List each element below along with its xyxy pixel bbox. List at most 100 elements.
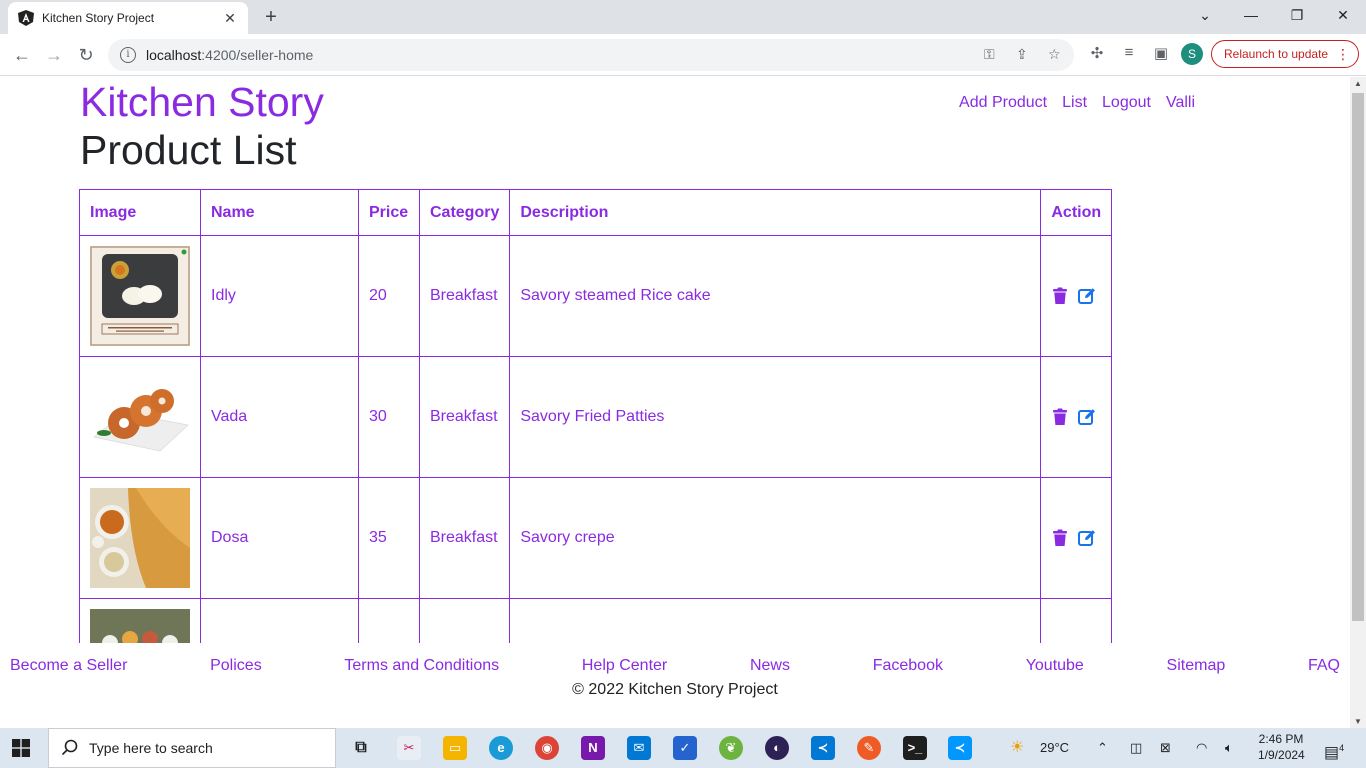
back-arrow-icon[interactable]: ← bbox=[8, 41, 36, 69]
vscode-icon[interactable]: ≺ bbox=[811, 736, 835, 760]
name-cell: Vada bbox=[200, 356, 359, 478]
mail-icon[interactable]: ✉ bbox=[627, 736, 651, 760]
file-explorer-icon[interactable]: ▭ bbox=[443, 736, 467, 760]
edit-icon[interactable] bbox=[1077, 287, 1096, 305]
onenote-icon[interactable]: N bbox=[581, 736, 605, 760]
scroll-down-icon[interactable]: ▼ bbox=[1350, 717, 1366, 726]
taskbar-search[interactable]: Type here to search bbox=[48, 728, 336, 768]
tab-title: Kitchen Story Project bbox=[42, 11, 155, 25]
name-cell: Idly bbox=[200, 235, 359, 357]
relaunch-button[interactable]: Relaunch to update ⋮ bbox=[1211, 40, 1359, 68]
clock-time: 2:46 PM bbox=[1258, 732, 1304, 746]
relaunch-label: Relaunch to update bbox=[1224, 47, 1329, 61]
restore-button[interactable]: ❐ bbox=[1274, 0, 1320, 30]
task-view-icon[interactable]: ⧉ bbox=[349, 736, 373, 760]
reload-icon[interactable]: ↻ bbox=[72, 41, 100, 69]
star-icon[interactable]: ☆ bbox=[1048, 46, 1061, 63]
forward-arrow-icon[interactable]: → bbox=[40, 41, 68, 69]
new-tab-button[interactable]: + bbox=[258, 4, 284, 30]
table-row: Vada 30 Breakfast Savory Fried Patties bbox=[79, 356, 1113, 478]
browser-tab-bar: Kitchen Story Project ✕ + ⌄ — ❐ ✕ bbox=[0, 0, 1366, 34]
nav-user[interactable]: Valli bbox=[1166, 94, 1195, 112]
url-path: :4200/seller-home bbox=[201, 47, 314, 63]
image-cell bbox=[79, 356, 201, 478]
weather-icon[interactable]: ☀ bbox=[1010, 728, 1024, 768]
brand-title[interactable]: Kitchen Story bbox=[80, 79, 324, 126]
spring-tools-icon[interactable]: ❦ bbox=[719, 736, 743, 760]
footer-link-help-center[interactable]: Help Center bbox=[582, 657, 667, 675]
delete-icon[interactable] bbox=[1051, 287, 1069, 305]
footer-link-faq[interactable]: FAQ bbox=[1308, 657, 1340, 675]
search-placeholder: Type here to search bbox=[89, 740, 213, 756]
chrome-icon[interactable]: ◉ bbox=[535, 736, 559, 760]
category-cell: Breakfast bbox=[418, 477, 511, 599]
scrollbar-thumb[interactable] bbox=[1352, 93, 1364, 621]
tab-search-icon[interactable]: ⌄ bbox=[1182, 0, 1228, 30]
footer-link-polices[interactable]: Polices bbox=[210, 657, 262, 675]
snipping-tool-icon[interactable]: ✂ bbox=[397, 736, 421, 760]
footer-link-youtube[interactable]: Youtube bbox=[1026, 657, 1084, 675]
weather-temp[interactable]: 29°C bbox=[1040, 728, 1069, 768]
footer: Become a Seller Polices Terms and Condit… bbox=[0, 643, 1350, 728]
delete-icon[interactable] bbox=[1051, 408, 1069, 426]
url-host: localhost bbox=[146, 47, 202, 63]
vada-image bbox=[90, 367, 190, 467]
postman-icon[interactable]: ✎ bbox=[857, 736, 881, 760]
tray-chevron-icon[interactable]: ⌃ bbox=[1097, 728, 1108, 768]
nav-list[interactable]: List bbox=[1062, 94, 1087, 112]
key-icon[interactable]: ⚿ bbox=[984, 46, 995, 63]
footer-link-facebook[interactable]: Facebook bbox=[873, 657, 943, 675]
windows-start-icon[interactable] bbox=[12, 739, 30, 757]
eclipse-icon[interactable]: ◐ bbox=[765, 736, 789, 760]
description-cell: Savory steamed Rice cake bbox=[509, 235, 1042, 357]
action-cell bbox=[1040, 356, 1113, 478]
terminal-icon[interactable]: >_ bbox=[903, 736, 927, 760]
page-scrollbar[interactable]: ▲ ▼ bbox=[1350, 77, 1366, 728]
product-table: Image Name Price Category Description Ac… bbox=[79, 189, 1113, 720]
tab-close-button[interactable]: ✕ bbox=[222, 10, 238, 27]
taskbar: Type here to search ⧉ ✂ ▭ e ◉ N ✉ ✓ ❦ ◐ … bbox=[0, 728, 1366, 768]
main-nav: Add Product List Logout Valli bbox=[959, 94, 1195, 112]
browser-tab[interactable]: Kitchen Story Project ✕ bbox=[8, 2, 248, 34]
meet-now-icon[interactable]: ◫ bbox=[1130, 728, 1142, 768]
delete-icon[interactable] bbox=[1051, 529, 1069, 547]
table-header-row: Image Name Price Category Description Ac… bbox=[79, 189, 1113, 236]
header-image: Image bbox=[79, 189, 201, 236]
vscode-active-icon[interactable]: ≺ bbox=[948, 736, 972, 760]
price-cell: 30 bbox=[358, 356, 420, 478]
close-window-button[interactable]: ✕ bbox=[1320, 0, 1366, 30]
description-cell: Savory Fried Patties bbox=[509, 356, 1042, 478]
todo-icon[interactable]: ✓ bbox=[673, 736, 697, 760]
share-icon[interactable]: ⇪ bbox=[1016, 46, 1028, 63]
side-panel-icon[interactable]: ▣ bbox=[1150, 44, 1172, 62]
profile-avatar[interactable]: S bbox=[1181, 43, 1203, 65]
edge-icon[interactable]: e bbox=[489, 736, 513, 760]
wifi-icon[interactable]: ◠ bbox=[1196, 728, 1207, 768]
more-menu-icon[interactable]: ⋮ bbox=[1336, 41, 1350, 67]
info-icon[interactable]: i bbox=[120, 47, 136, 63]
price-cell: 35 bbox=[358, 477, 420, 599]
nav-add-product[interactable]: Add Product bbox=[959, 94, 1047, 112]
angular-icon bbox=[18, 10, 34, 26]
notification-icon[interactable]: ▤4 bbox=[1324, 728, 1344, 768]
address-bar[interactable]: i localhost:4200/seller-home ⚿ ⇪ ☆ bbox=[108, 39, 1074, 71]
nav-logout[interactable]: Logout bbox=[1102, 94, 1151, 112]
page-viewport: Kitchen Story Add Product List Logout Va… bbox=[0, 77, 1350, 728]
footer-link-sitemap[interactable]: Sitemap bbox=[1167, 657, 1226, 675]
security-icon[interactable]: ⊠ bbox=[1160, 728, 1171, 768]
dosa-image bbox=[90, 488, 190, 588]
scroll-up-icon[interactable]: ▲ bbox=[1350, 79, 1366, 88]
puzzle-icon[interactable]: ✣ bbox=[1086, 44, 1108, 62]
header-category: Category bbox=[418, 189, 511, 236]
reading-list-icon[interactable]: ≡ bbox=[1118, 44, 1140, 61]
footer-link-become-seller[interactable]: Become a Seller bbox=[10, 657, 127, 675]
edit-icon[interactable] bbox=[1077, 529, 1096, 547]
image-cell bbox=[79, 477, 201, 599]
system-clock[interactable]: 2:46 PM 1/9/2024 bbox=[1258, 731, 1305, 763]
footer-link-news[interactable]: News bbox=[750, 657, 790, 675]
minimize-button[interactable]: — bbox=[1228, 0, 1274, 30]
description-cell: Savory crepe bbox=[509, 477, 1042, 599]
volume-icon[interactable]: 🔈︎ bbox=[1225, 728, 1233, 768]
edit-icon[interactable] bbox=[1077, 408, 1096, 426]
footer-link-terms[interactable]: Terms and Conditions bbox=[344, 657, 499, 675]
